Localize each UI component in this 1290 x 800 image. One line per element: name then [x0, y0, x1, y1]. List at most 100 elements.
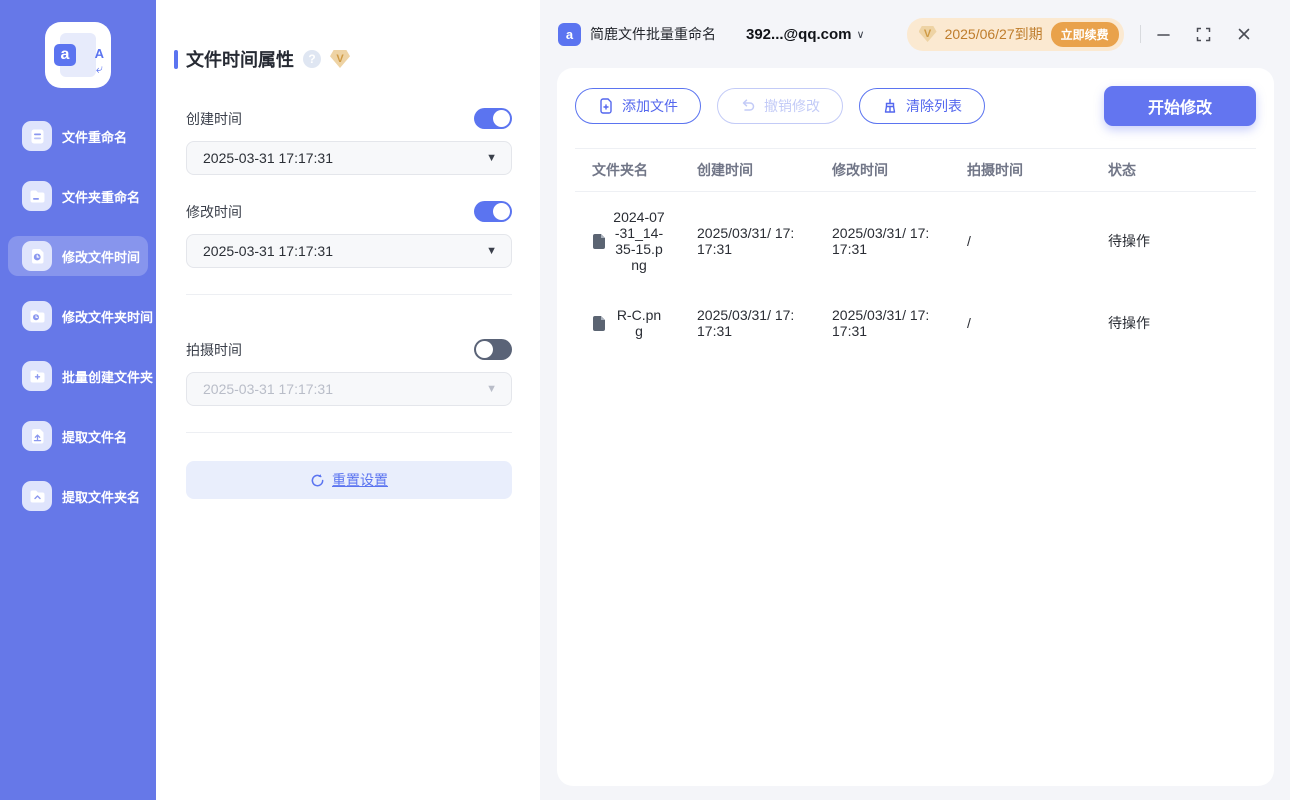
modified-time: 2025/03/31/ 17:17:31	[832, 307, 930, 339]
app-chip: a 简鹿文件批量重命名	[558, 22, 716, 46]
column-header-created: 创建时间	[697, 162, 753, 178]
app-icon: a	[558, 22, 581, 46]
refresh-icon	[311, 473, 324, 486]
capture-time: /	[967, 315, 971, 331]
column-header-captured: 拍摄时间	[967, 162, 1023, 178]
toolbar: 添加文件 撤销修改 清除列表 开始修改	[575, 86, 1256, 126]
column-header-modified: 修改时间	[832, 162, 888, 178]
reset-settings-button[interactable]: 重置设置	[186, 461, 512, 499]
help-icon[interactable]: ?	[303, 50, 321, 68]
app-title: 简鹿文件批量重命名	[590, 26, 716, 42]
file-table: 文件夹名 创建时间 修改时间 拍摄时间 状态 2024-07-31_14-35-…	[575, 148, 1256, 356]
sidebar-item-folder-rename[interactable]: 文件夹重命名	[8, 176, 148, 216]
sidebar-item-modify-folder-time[interactable]: 修改文件夹时间	[8, 296, 153, 336]
capture-time-value: 2025-03-31 17:17:31	[203, 381, 333, 397]
creation-time-toggle[interactable]	[474, 108, 512, 129]
sidebar: a A ⤶ 文件重命名 文件夹重命名 修改文件时间 修改文件夹时间 批量创建文件…	[0, 0, 156, 800]
creation-time-select[interactable]: 2025-03-31 17:17:31 ▼	[186, 141, 512, 175]
creation-time-label: 创建时间	[186, 110, 242, 127]
column-header-name: 文件夹名	[592, 162, 648, 178]
sidebar-item-extract-file-name[interactable]: 提取文件名	[8, 416, 148, 456]
sidebar-item-label: 提取文件夹名	[62, 489, 141, 505]
chevron-down-icon: ▼	[486, 245, 497, 257]
vip-icon: V	[918, 26, 937, 42]
sidebar-item-label: 文件重命名	[62, 129, 128, 145]
status-badge: 待操作	[1108, 315, 1150, 331]
reset-settings-label: 重置设置	[332, 472, 388, 488]
capture-time-label: 拍摄时间	[186, 341, 242, 358]
sidebar-item-extract-folder-name[interactable]: 提取文件夹名	[8, 476, 148, 516]
folder-plus-icon	[22, 361, 52, 391]
created-time: 2025/03/31/ 17:17:31	[697, 225, 795, 257]
broom-icon	[884, 98, 896, 113]
close-button[interactable]	[1229, 19, 1259, 49]
capture-time-toggle[interactable]	[474, 339, 512, 360]
sidebar-item-label: 提取文件名	[62, 429, 128, 445]
undo-label: 撤销修改	[764, 98, 820, 114]
table-row[interactable]: R-C.png 2025/03/31/ 17:17:31 2025/03/31/…	[575, 290, 1256, 356]
divider	[186, 432, 512, 433]
window-controls	[1149, 19, 1259, 49]
undo-icon	[742, 99, 755, 111]
vip-icon[interactable]: V	[330, 50, 350, 68]
file-rename-icon	[22, 121, 52, 151]
creation-time-value: 2025-03-31 17:17:31	[203, 150, 333, 166]
logo-arrow-icon: ⤶	[95, 61, 103, 76]
add-file-icon	[600, 98, 612, 114]
file-icon	[593, 233, 605, 249]
chevron-down-icon: ∨	[856, 28, 865, 41]
minimize-button[interactable]	[1149, 19, 1179, 49]
main-area: a 简鹿文件批量重命名 392...@qq.com ∨ V 2025/06/27…	[540, 0, 1290, 800]
table-header-row: 文件夹名 创建时间 修改时间 拍摄时间 状态	[575, 148, 1256, 192]
table-row[interactable]: 2024-07-31_14-35-15.png 2025/03/31/ 17:1…	[575, 192, 1256, 290]
modified-time-value: 2025-03-31 17:17:31	[203, 243, 333, 259]
capture-time: /	[967, 233, 971, 249]
title-accent-bar	[174, 49, 178, 69]
logo-A-letter: A	[94, 46, 104, 61]
undo-button[interactable]: 撤销修改	[717, 88, 843, 124]
sidebar-nav: 文件重命名 文件夹重命名 修改文件时间 修改文件夹时间 批量创建文件夹 提取文件…	[0, 116, 156, 516]
divider	[186, 294, 512, 295]
folder-time-icon	[22, 301, 52, 331]
file-name: R-C.png	[616, 307, 662, 339]
clear-list-button[interactable]: 清除列表	[859, 88, 985, 124]
window-titlebar: a 简鹿文件批量重命名 392...@qq.com ∨ V 2025/06/27…	[540, 0, 1290, 68]
file-icon	[593, 315, 605, 331]
sidebar-item-batch-create-folder[interactable]: 批量创建文件夹	[8, 356, 153, 396]
start-modify-button[interactable]: 开始修改	[1103, 86, 1256, 126]
chevron-down-icon: ▼	[486, 152, 497, 164]
modified-time-toggle[interactable]	[474, 201, 512, 222]
capture-time-select: 2025-03-31 17:17:31 ▼	[186, 372, 512, 406]
sidebar-item-label: 文件夹重命名	[62, 189, 141, 205]
file-extract-icon	[22, 421, 52, 451]
account-email: 392...@qq.com	[746, 25, 852, 43]
sidebar-item-modify-file-time[interactable]: 修改文件时间	[8, 236, 148, 276]
file-list-card: 添加文件 撤销修改 清除列表 开始修改 文件夹名 创建时间 修改时间 拍摄时间 …	[557, 68, 1274, 786]
maximize-button[interactable]	[1189, 19, 1219, 49]
sidebar-item-label: 批量创建文件夹	[62, 369, 154, 385]
settings-panel: 文件时间属性 ? V 创建时间 2025-03-31 17:17:31 ▼ 修改…	[156, 0, 540, 800]
license-badge: V 2025/06/27到期 立即续费	[906, 17, 1124, 51]
account-menu[interactable]: 392...@qq.com ∨	[746, 26, 865, 43]
app-logo: a A ⤶	[45, 22, 111, 88]
page-title: 文件时间属性	[186, 50, 294, 70]
renew-now-button[interactable]: 立即续费	[1050, 21, 1119, 47]
add-files-label: 添加文件	[622, 98, 678, 114]
folder-extract-icon	[22, 481, 52, 511]
modified-time-select[interactable]: 2025-03-31 17:17:31 ▼	[186, 234, 512, 268]
logo-a-icon: a	[54, 44, 76, 66]
toggle-knob	[476, 341, 493, 358]
column-header-status: 状态	[1108, 162, 1136, 178]
folder-rename-icon	[22, 181, 52, 211]
sidebar-item-label: 修改文件夹时间	[62, 309, 154, 325]
add-files-button[interactable]: 添加文件	[575, 88, 701, 124]
license-expiry-text: 2025/06/27到期	[944, 26, 1043, 42]
file-name: 2024-07-31_14-35-15.png	[613, 209, 665, 273]
chevron-down-icon: ▼	[486, 383, 497, 395]
clear-list-label: 清除列表	[906, 98, 962, 114]
sidebar-item-label: 修改文件时间	[62, 249, 141, 265]
modified-time: 2025/03/31/ 17:17:31	[832, 225, 930, 257]
modified-time-label: 修改时间	[186, 203, 242, 220]
status-badge: 待操作	[1108, 233, 1150, 249]
sidebar-item-file-rename[interactable]: 文件重命名	[8, 116, 148, 156]
